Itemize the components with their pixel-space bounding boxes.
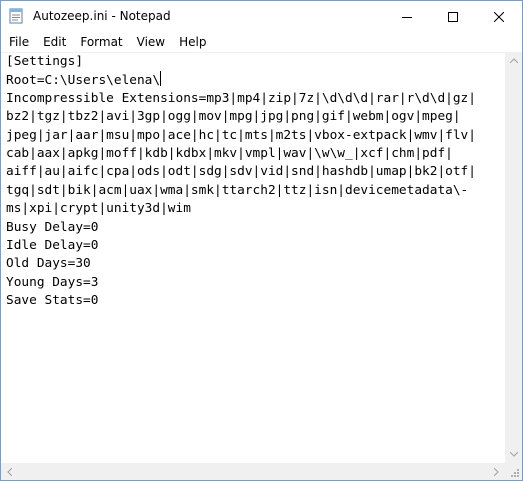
resize-grip-icon	[511, 469, 519, 477]
maximize-button[interactable]	[430, 1, 476, 32]
notepad-window: Autozeep.ini - Notepad File Edit Format …	[0, 0, 523, 481]
editor-line: Busy Delay=0	[6, 219, 99, 235]
scroll-right-arrow-icon	[494, 467, 499, 476]
text-editor[interactable]: [Settings] Root=C:\Users\elena\ Incompress…	[1, 52, 505, 464]
editor-line: tgq|sdt|bik|acm|uax|wma|smk|ttarch2|ttz|…	[6, 182, 469, 198]
minimize-button[interactable]	[384, 1, 430, 32]
editor-line: ms|xpi|crypt|unity3d|wim	[6, 201, 191, 217]
menu-file[interactable]: File	[1, 32, 35, 52]
horizontal-scrollbar[interactable]	[1, 463, 505, 480]
title-bar[interactable]: Autozeep.ini - Notepad	[1, 1, 522, 32]
editor-line: bz2|tgz|tbz2|avi|3gp|ogg|mov|mpg|jpg|png…	[6, 109, 461, 125]
window-title: Autozeep.ini - Notepad	[33, 9, 171, 23]
scroll-left-arrow-icon	[7, 467, 12, 476]
editor-line: aiff|au|aifc|cpa|ods|odt|sdg|sdv|vid|snd…	[6, 164, 476, 180]
menu-edit[interactable]: Edit	[35, 32, 72, 52]
scroll-left-button[interactable]	[1, 463, 18, 480]
notepad-icon	[9, 8, 23, 24]
scroll-right-button[interactable]	[488, 463, 505, 480]
editor-line: [Settings]	[6, 54, 84, 69]
editor-line: Old Days=30	[6, 256, 91, 272]
editor-line: cab|aax|apkg|moff|kdb|kdbx|mkv|vmpl|wav|…	[6, 145, 453, 161]
editor-line: jpeg|jar|aar|msu|mpo|ace|hc|tc|mts|m2ts|…	[6, 127, 476, 143]
scroll-up-button[interactable]	[505, 52, 522, 69]
maximize-icon	[448, 11, 458, 22]
close-icon	[494, 11, 504, 22]
size-grip[interactable]	[505, 463, 522, 480]
menu-bar: File Edit Format View Help	[1, 32, 522, 52]
editor-content[interactable]: [Settings] Root=C:\Users\elena\ Incompress…	[1, 53, 505, 310]
minimize-icon	[402, 16, 412, 18]
editor-line: Incompressible Extensions=mp3|mp4|zip|7z…	[6, 90, 476, 106]
text-caret	[160, 71, 162, 87]
scroll-down-button[interactable]	[505, 446, 522, 463]
menu-format[interactable]: Format	[72, 32, 128, 52]
editor-line: Save Stats=0	[6, 293, 99, 309]
editor-line: Root=C:\Users\elena\	[6, 73, 161, 89]
editor-line: Idle Delay=0	[6, 237, 99, 253]
scroll-down-arrow-icon	[509, 452, 518, 457]
menu-help[interactable]: Help	[171, 32, 212, 52]
editor-line-cursor: Root=C:\Users\elena\	[6, 71, 505, 89]
close-button[interactable]	[476, 1, 522, 32]
menu-view[interactable]: View	[129, 32, 171, 52]
vertical-scrollbar[interactable]	[505, 52, 522, 463]
editor-line: Young Days=3	[6, 274, 99, 290]
scroll-up-arrow-icon	[509, 58, 518, 63]
